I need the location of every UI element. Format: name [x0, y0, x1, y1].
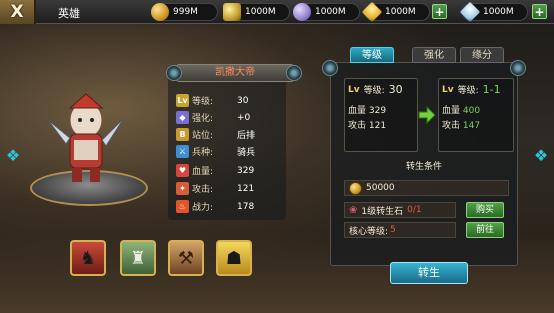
next-hp-line: 血量 400: [442, 106, 481, 116]
gold-requirement-row: 50000: [344, 180, 509, 196]
level-icon: Lv: [348, 84, 360, 95]
gold-coin-icon: [151, 3, 169, 21]
hero-name: 凯撒大帝: [176, 64, 294, 82]
enhance-icon: ◆: [176, 111, 189, 124]
resource-diamond: 1000M: [459, 1, 528, 23]
fire-icon: ♨: [176, 200, 189, 213]
gold-coin-icon: [349, 181, 362, 195]
rebirth-conditions-title: 转生条件: [405, 162, 442, 172]
resource-gold: 999M: [151, 3, 218, 21]
arrow-right-icon: [418, 106, 436, 124]
skill-shadow-icon[interactable]: ☗: [216, 240, 252, 276]
stat-row-enhance: ◆ 强化: +0: [176, 110, 286, 125]
skill-weapons-icon[interactable]: ⚒: [168, 240, 204, 276]
level-icon: Lv: [442, 84, 454, 95]
stone-requirement-row: ❀ 1级转生石 0/1: [344, 202, 456, 218]
rebirth-stone-icon: ❀: [349, 204, 358, 216]
close-button[interactable]: X: [0, 0, 36, 24]
current-level-line: Lv 等级: 30: [348, 83, 403, 96]
skill-red-beast-icon[interactable]: ♞: [70, 240, 106, 276]
level-icon: Lv: [176, 94, 189, 107]
skill-castle-icon[interactable]: ♜: [120, 240, 156, 276]
stat-row-level: Lv 等级: 30: [176, 94, 249, 107]
gear-ornament-icon: [322, 60, 338, 76]
current-atk-line: 攻击 121: [348, 121, 387, 131]
position-icon: B: [176, 128, 189, 141]
troop-icon: ⚔: [176, 145, 189, 158]
next-hero-arrow[interactable]: ❖: [530, 145, 552, 165]
buy-button[interactable]: 购买: [466, 202, 504, 218]
add-diamond-button[interactable]: +: [532, 4, 547, 19]
gear-ornament-icon: [166, 65, 182, 81]
hero-portrait[interactable]: [40, 90, 132, 185]
resource-crystal: 1000M: [293, 3, 360, 21]
page-title: 英雄: [58, 7, 80, 20]
gear-ornament-icon: [286, 65, 302, 81]
resource-yellow-gem: 1000M: [361, 1, 430, 23]
heart-icon: ♥: [176, 164, 189, 177]
next-atk-line: 攻击 147: [442, 121, 481, 131]
add-resource-button[interactable]: +: [432, 4, 447, 19]
gear-ornament-icon: [510, 60, 526, 76]
stat-row-troop: ⚔ 兵种: 骑兵: [176, 144, 286, 159]
prev-hero-arrow[interactable]: ❖: [2, 145, 24, 165]
yellow-ore-icon: [223, 3, 241, 21]
rebirth-button[interactable]: 转生: [390, 262, 468, 284]
tab-level[interactable]: 等级: [350, 47, 394, 63]
next-level-line: Lv 等级: 1-1: [442, 83, 501, 96]
resource-ore: 1000M: [223, 3, 290, 21]
stat-row-attack: ✦ 攻击: 121: [176, 181, 286, 196]
tab-fate[interactable]: 缘分: [460, 47, 504, 63]
attack-icon: ✦: [176, 182, 189, 195]
stat-row-power: ♨ 战力: 178: [176, 199, 286, 214]
goto-button[interactable]: 前往: [466, 222, 504, 238]
tab-enhance[interactable]: 强化: [412, 47, 456, 63]
close-icon: X: [10, 2, 24, 22]
stat-row-position: B 站位: 后排: [176, 127, 286, 142]
current-hp-line: 血量 329: [348, 106, 387, 116]
core-level-row: 核心等级: 5: [344, 222, 456, 238]
stat-row-hp: ♥ 血量: 329: [176, 163, 286, 178]
purple-crystal-icon: [293, 3, 311, 21]
